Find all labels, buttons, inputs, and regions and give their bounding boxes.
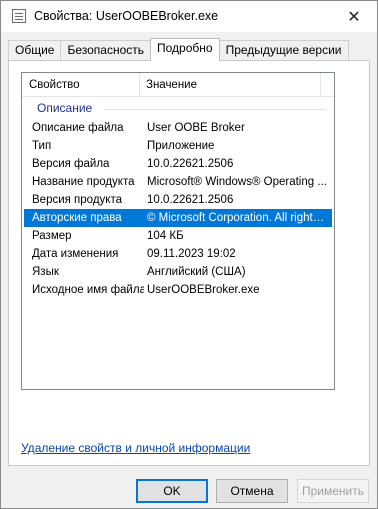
- remove-properties-link[interactable]: Удаление свойств и личной информации: [21, 441, 250, 455]
- property-value: © Microsoft Corporation. All rights ...: [147, 212, 327, 224]
- title-bar[interactable]: Свойства: UserOOBEBroker.exe ✕: [1, 1, 377, 32]
- property-value: 09.11.2023 19:02: [147, 248, 236, 260]
- property-value: 10.0.22621.2506: [147, 158, 234, 170]
- property-name: Язык: [32, 266, 59, 278]
- column-value-header[interactable]: Значение: [146, 73, 321, 97]
- column-property-header[interactable]: Свойство: [29, 73, 141, 97]
- property-name: Описание файла: [32, 122, 124, 134]
- list-item[interactable]: Название продукта Microsoft® Windows® Op…: [24, 173, 332, 191]
- tab-strip: Общие Безопасность Подробно Предыдущие в…: [8, 38, 349, 61]
- property-name: Размер: [32, 230, 72, 242]
- window-title: Свойства: UserOOBEBroker.exe: [34, 9, 219, 23]
- column-divider[interactable]: [139, 73, 140, 97]
- property-name: Тип: [32, 140, 52, 152]
- property-name: Название продукта: [32, 176, 135, 188]
- apply-button[interactable]: Применить: [297, 479, 369, 503]
- property-name: Авторские права: [32, 212, 122, 224]
- property-name: Версия продукта: [32, 194, 122, 206]
- list-item[interactable]: Описание файла User OOBE Broker: [24, 119, 332, 137]
- ok-button[interactable]: OK: [136, 479, 208, 503]
- property-name: Дата изменения: [32, 248, 119, 260]
- tab-security[interactable]: Безопасность: [60, 40, 152, 61]
- property-value: 10.0.22621.2506: [147, 194, 234, 206]
- cancel-button[interactable]: Отмена: [216, 479, 288, 503]
- list-item[interactable]: Версия продукта 10.0.22621.2506: [24, 191, 332, 209]
- list-item[interactable]: Размер 104 КБ: [24, 227, 332, 245]
- property-value: Английский (США): [147, 266, 246, 278]
- column-header: Свойство Значение: [22, 73, 334, 97]
- group-divider: [104, 109, 326, 110]
- property-value: User OOBE Broker: [147, 122, 245, 134]
- property-name: Версия файла: [32, 158, 110, 170]
- properties-window: Свойства: UserOOBEBroker.exe ✕ Общие Без…: [0, 0, 378, 509]
- property-value: UserOOBEBroker.exe: [147, 284, 260, 296]
- property-value: Microsoft® Windows® Operating ...: [147, 176, 327, 188]
- file-properties-icon: [12, 9, 26, 23]
- column-divider[interactable]: [320, 73, 321, 97]
- list-item[interactable]: Версия файла 10.0.22621.2506: [24, 155, 332, 173]
- list-item[interactable]: Дата изменения 09.11.2023 19:02: [24, 245, 332, 263]
- property-value: Приложение: [147, 140, 215, 152]
- close-button[interactable]: ✕: [331, 1, 377, 32]
- property-value: 104 КБ: [147, 230, 184, 242]
- group-description-label: Описание: [37, 101, 93, 115]
- list-item-selected[interactable]: Авторские права © Microsoft Corporation.…: [24, 209, 332, 227]
- details-panel: Свойство Значение Описание Описание файл…: [8, 60, 370, 466]
- property-name: Исходное имя файла: [32, 284, 144, 296]
- list-item[interactable]: Язык Английский (США): [24, 263, 332, 281]
- tab-details[interactable]: Подробно: [150, 38, 220, 61]
- list-item[interactable]: Тип Приложение: [24, 137, 332, 155]
- details-list[interactable]: Свойство Значение Описание Описание файл…: [21, 72, 335, 390]
- list-item[interactable]: Исходное имя файла UserOOBEBroker.exe: [24, 281, 332, 299]
- tab-general[interactable]: Общие: [8, 40, 62, 61]
- tab-previous-versions[interactable]: Предыдущие версии: [218, 40, 349, 61]
